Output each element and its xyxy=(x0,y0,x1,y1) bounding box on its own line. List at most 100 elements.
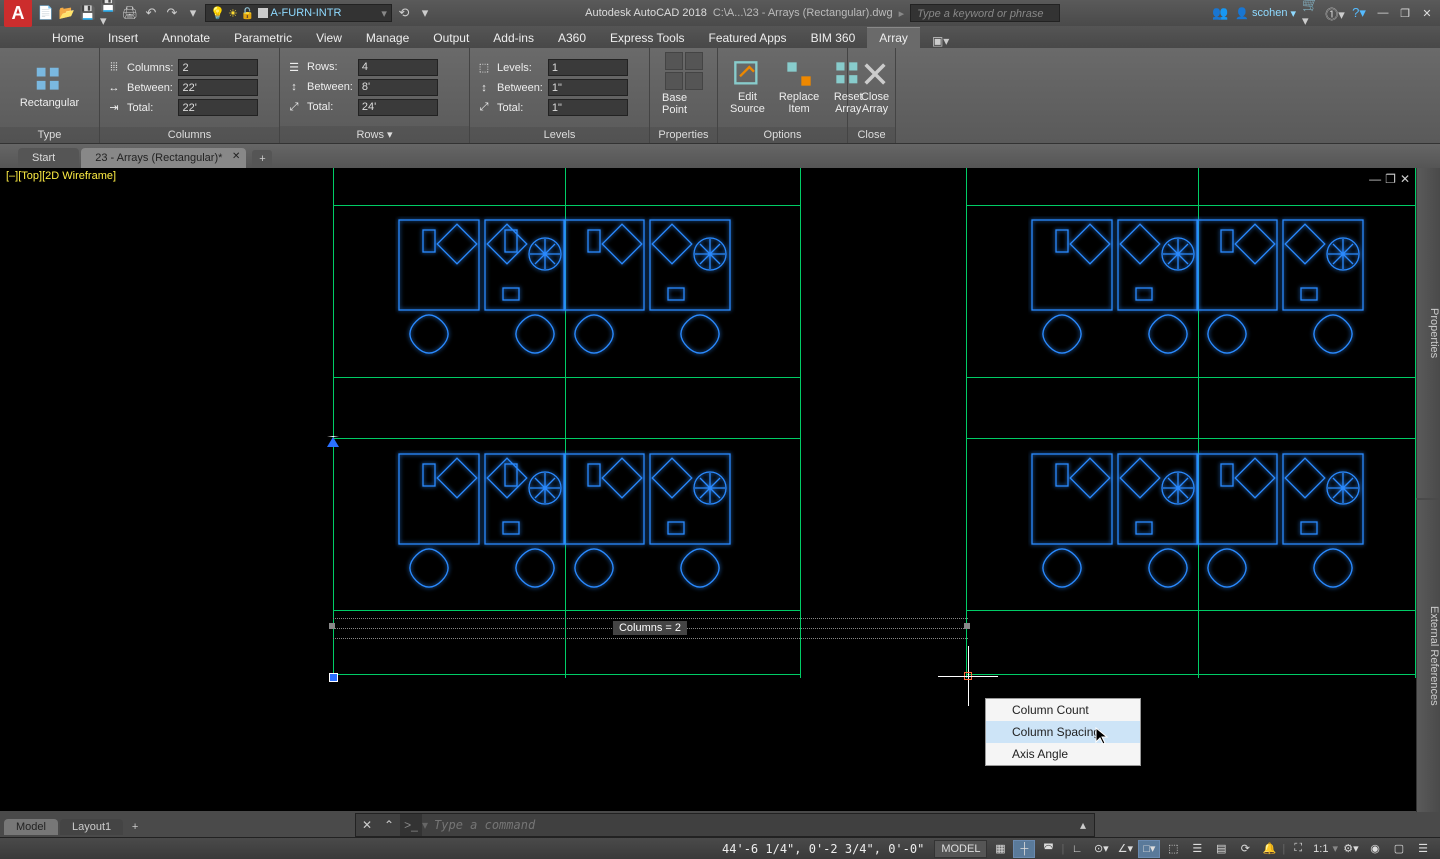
add-doc-tab[interactable]: + xyxy=(252,150,272,168)
qat-save-icon[interactable]: 💾 xyxy=(79,4,97,22)
tab-view[interactable]: View xyxy=(304,28,354,48)
status-model-button[interactable]: MODEL xyxy=(934,840,987,858)
status-annomon-icon[interactable]: 🔔 xyxy=(1258,840,1280,858)
tab-array[interactable]: Array xyxy=(867,27,920,48)
grip-marker[interactable] xyxy=(964,623,970,629)
tab-output[interactable]: Output xyxy=(421,28,481,48)
grip-base[interactable] xyxy=(329,673,338,682)
qat-undo-icon[interactable]: ↶ xyxy=(142,4,160,22)
columns-input[interactable] xyxy=(178,59,258,76)
tab-bim360[interactable]: BIM 360 xyxy=(799,28,868,48)
status-cycle-icon[interactable]: ⟳ xyxy=(1234,840,1256,858)
tab-a360[interactable]: A360 xyxy=(546,28,598,48)
qat-more-icon[interactable]: ▾ xyxy=(416,4,434,22)
status-workspace-icon[interactable]: ⚙▾ xyxy=(1340,840,1362,858)
status-lwt-icon[interactable]: ☰ xyxy=(1186,840,1208,858)
tab-featured[interactable]: Featured Apps xyxy=(697,28,799,48)
autodesk-account-icon[interactable]: 👥 xyxy=(1211,4,1229,22)
rows-input[interactable] xyxy=(358,59,438,76)
ctx-axis-angle[interactable]: Axis Angle xyxy=(986,743,1140,765)
app-menu-icon[interactable]: A xyxy=(4,0,32,27)
doc-tab-start[interactable]: Start xyxy=(18,148,79,168)
basepoint-button[interactable]: Base Point xyxy=(656,92,711,118)
associative-icon[interactable] xyxy=(665,52,703,90)
status-3dosnap-icon[interactable]: ⬚ xyxy=(1162,840,1184,858)
furniture-block xyxy=(1193,216,1373,396)
layer-dropdown[interactable]: 💡 ☀ 🔓 A-FURN-INTR ▾ xyxy=(205,4,392,22)
command-input[interactable] xyxy=(428,818,1072,832)
share-icon[interactable]: ⟲ xyxy=(395,4,413,22)
close-tab-icon[interactable]: ✕ xyxy=(232,151,240,162)
qat-saveas-icon[interactable]: 💾▾ xyxy=(100,4,118,22)
levels-total-input[interactable] xyxy=(548,99,628,116)
help-icon[interactable]: ?▾ xyxy=(1350,4,1368,22)
drawing-area[interactable]: [–][Top][2D Wireframe] — ❐ ✕ xyxy=(0,168,1416,811)
tab-parametric[interactable]: Parametric xyxy=(222,28,304,48)
tab-annotate[interactable]: Annotate xyxy=(150,28,222,48)
status-annovis-icon[interactable]: ◉ xyxy=(1364,840,1386,858)
status-trans-icon[interactable]: ▤ xyxy=(1210,840,1232,858)
palette-properties[interactable]: Properties xyxy=(1416,168,1440,498)
tab-addins[interactable]: Add-ins xyxy=(481,28,546,48)
status-snap-icon[interactable]: ┼ xyxy=(1013,840,1035,858)
username: scohen xyxy=(1252,7,1287,19)
status-polar-icon[interactable]: ⊙▾ xyxy=(1090,840,1112,858)
qat-plot-icon[interactable]: 🖨 xyxy=(121,4,139,22)
cmd-prompt-icon[interactable]: >_ xyxy=(400,814,422,836)
title-dropdown-icon[interactable]: ▸ xyxy=(899,7,905,20)
columns-between-input[interactable] xyxy=(178,79,258,96)
panel-title-rows[interactable]: Rows ▾ xyxy=(280,126,469,143)
exchange-icon[interactable]: ⓵▾ xyxy=(1326,4,1344,22)
status-scale-value[interactable]: 1:1 xyxy=(1311,843,1330,855)
doc-tab-active[interactable]: 23 - Arrays (Rectangular)*✕ xyxy=(81,148,246,168)
tab-express[interactable]: Express Tools xyxy=(598,28,696,48)
status-osnap-icon[interactable]: □▾ xyxy=(1138,840,1160,858)
grip-marker[interactable] xyxy=(329,623,335,629)
restore-button[interactable]: ❐ xyxy=(1396,5,1414,21)
qat-group-icon[interactable]: ▾ xyxy=(184,4,202,22)
palette-xrefs[interactable]: External References xyxy=(1416,500,1440,812)
levels-between-input[interactable] xyxy=(548,79,628,96)
cmd-recent-icon[interactable]: ⌃ xyxy=(378,818,400,832)
levels-input[interactable] xyxy=(548,59,628,76)
minimize-button[interactable]: — xyxy=(1374,5,1392,21)
tab-insert[interactable]: Insert xyxy=(96,28,150,48)
status-iso-icon[interactable]: ∠▾ xyxy=(1114,840,1136,858)
close-button[interactable]: ✕ xyxy=(1418,5,1436,21)
rows-between-input[interactable] xyxy=(358,79,438,96)
edit-source-button[interactable]: Edit Source xyxy=(724,58,771,117)
chevron-down-icon: ▾ xyxy=(387,129,393,141)
status-customize-icon[interactable]: ☰ xyxy=(1412,840,1434,858)
ribbon-overflow-icon[interactable]: ▣▾ xyxy=(932,34,949,48)
ctx-column-count[interactable]: Column Count xyxy=(986,699,1140,721)
ctx-column-spacing[interactable]: Column Spacing xyxy=(986,721,1140,743)
status-ortho-icon[interactable]: ∟ xyxy=(1066,840,1088,858)
view-minimize-icon[interactable]: — xyxy=(1369,172,1381,186)
cart-icon[interactable]: 🛒▾ xyxy=(1302,4,1320,22)
view-label[interactable]: [–][Top][2D Wireframe] xyxy=(6,170,116,182)
replace-item-button[interactable]: Replace Item xyxy=(773,58,825,117)
status-cleanscreen-icon[interactable]: ▢ xyxy=(1388,840,1410,858)
tab-manage[interactable]: Manage xyxy=(354,28,421,48)
add-layout-tab[interactable]: + xyxy=(125,821,145,833)
status-grid-icon[interactable]: ▦ xyxy=(989,840,1011,858)
view-close-icon[interactable]: ✕ xyxy=(1400,172,1410,186)
rectangular-array-button[interactable]: Rectangular xyxy=(14,64,85,111)
status-scale-icon[interactable]: ⛶ xyxy=(1287,840,1309,858)
user-badge[interactable]: 👤 scohen ▾ xyxy=(1235,7,1296,20)
close-array-button[interactable]: Close Array xyxy=(854,58,896,117)
rows-total-input[interactable] xyxy=(358,99,438,116)
qat-redo-icon[interactable]: ↷ xyxy=(163,4,181,22)
qat-new-icon[interactable]: 📄 xyxy=(37,4,55,22)
qat-open-icon[interactable]: 📂 xyxy=(58,4,76,22)
grip-row-arrow[interactable] xyxy=(327,436,339,447)
cmd-close-icon[interactable]: ✕ xyxy=(356,818,378,832)
layout-tab-layout1[interactable]: Layout1 xyxy=(60,819,123,835)
status-infer-icon[interactable]: ◚ xyxy=(1037,840,1059,858)
search-input[interactable]: Type a keyword or phrase xyxy=(910,4,1060,22)
view-restore-icon[interactable]: ❐ xyxy=(1385,172,1396,186)
columns-total-input[interactable] xyxy=(178,99,258,116)
tab-home[interactable]: Home xyxy=(40,28,96,48)
cmd-expand-icon[interactable]: ▴ xyxy=(1072,818,1094,832)
layout-tab-model[interactable]: Model xyxy=(4,819,58,835)
